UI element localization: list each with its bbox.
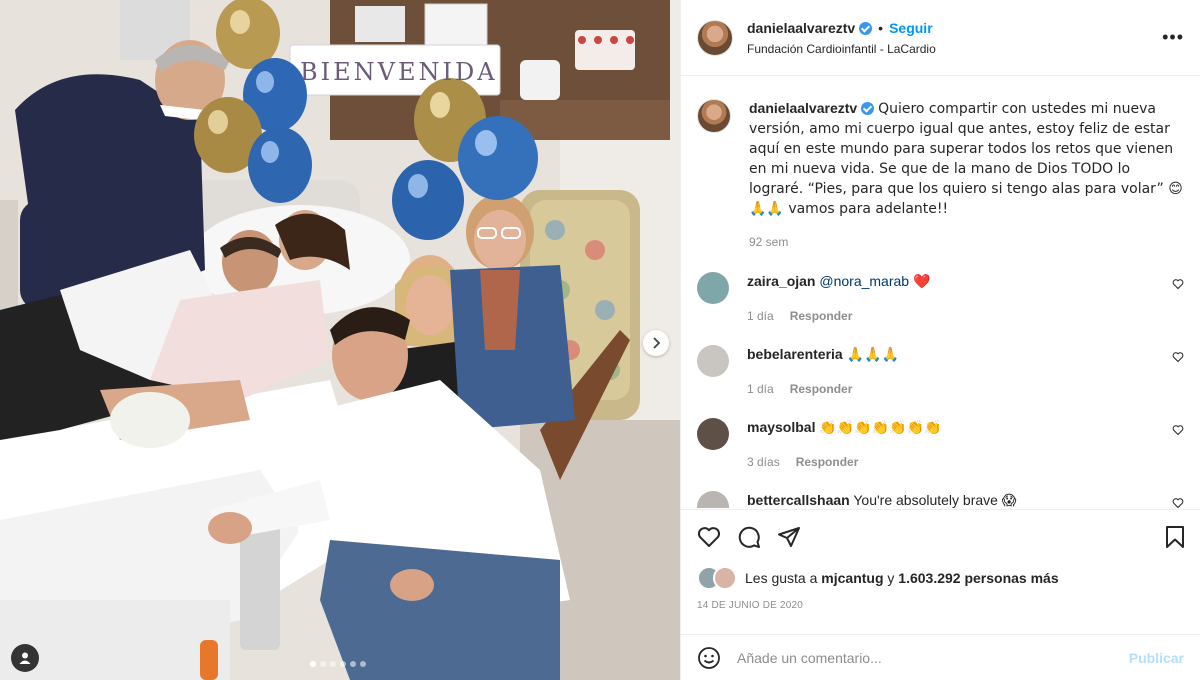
comment-emoji: ❤️ — [912, 274, 931, 290]
caption-text: Quiero compartir con ustedes mi nueva ve… — [749, 101, 1183, 217]
likes-text: Les gusta a mjcantug y 1.603.292 persona… — [745, 570, 1059, 586]
smiley-icon — [698, 646, 720, 669]
likes-connector: y — [887, 570, 895, 586]
comment-like-heart-icon[interactable] — [1172, 278, 1184, 290]
comment-like-heart-icon[interactable] — [1172, 497, 1184, 508]
share-button[interactable] — [777, 525, 801, 549]
comments-list[interactable]: danielaalvareztv Quiero compartir con us… — [681, 77, 1200, 508]
post-caption: danielaalvareztv Quiero compartir con us… — [697, 77, 1184, 252]
caption-time[interactable]: 92 sem — [749, 233, 1184, 252]
tagged-users-button[interactable] — [11, 644, 39, 672]
comment-emoji: 👏👏👏👏👏👏👏 — [819, 420, 942, 436]
comment-item: bettercallshaan You're absolutely brave … — [697, 491, 1184, 508]
post-actions-bar — [681, 509, 1200, 564]
like-button[interactable] — [697, 525, 721, 549]
comment-time[interactable]: 1 día — [747, 382, 774, 396]
post-header: danielaalvareztv • Seguir Fundación Cardio… — [681, 0, 1200, 76]
share-icon — [778, 527, 800, 547]
comment-body: zaira_ojan @nora_marab ❤️ 1 día Responder — [747, 272, 1167, 325]
post-location[interactable]: Fundación Cardioinfantil - LaCardio — [747, 42, 936, 56]
carousel-dot — [350, 661, 356, 667]
comment-item: maysolbal 👏👏👏👏👏👏👏 3 días Responder — [697, 418, 1184, 471]
save-button[interactable] — [1164, 525, 1186, 554]
comment-emoji: 😱 — [1001, 493, 1017, 508]
liker-avatar — [713, 566, 737, 590]
comment-meta: 3 días Responder — [747, 453, 1167, 471]
commenter-avatar[interactable] — [697, 491, 729, 508]
emoji-picker-button[interactable] — [697, 646, 721, 670]
comment-time[interactable]: 1 día — [747, 309, 774, 323]
separator-dot: • — [878, 19, 884, 36]
comment-text: You're absolutely brave — [853, 492, 998, 508]
commenter-avatar[interactable] — [697, 272, 729, 304]
more-options-button[interactable]: ••• — [1162, 28, 1184, 46]
carousel-dot — [310, 661, 316, 667]
comment-time[interactable]: 3 días — [747, 455, 780, 469]
comment-input[interactable]: Añade un comentario... — [737, 650, 1129, 666]
commenter-avatar[interactable] — [697, 418, 729, 450]
heart-icon — [697, 527, 721, 547]
comment-like-heart-icon[interactable] — [1172, 424, 1184, 436]
reply-button[interactable]: Responder — [790, 309, 853, 323]
user-tag-icon — [19, 652, 31, 664]
chevron-right-icon — [653, 337, 661, 349]
caption-body: danielaalvareztv Quiero compartir con us… — [749, 99, 1184, 252]
bookmark-icon — [1166, 526, 1184, 548]
comment-meta: 1 día Responder — [747, 380, 1167, 398]
reply-button[interactable]: Responder — [796, 455, 859, 469]
post-side-panel: danielaalvareztv • Seguir Fundación Cardio… — [680, 0, 1200, 680]
verified-badge-icon — [861, 102, 875, 115]
carousel-dot — [340, 661, 346, 667]
comment-like-heart-icon[interactable] — [1172, 351, 1184, 363]
reply-button[interactable]: Responder — [790, 382, 853, 396]
comment-body: bebelarenteria 🙏🙏🙏 1 día Responder — [747, 345, 1167, 398]
likes-count[interactable]: 1.603.292 personas más — [898, 570, 1058, 586]
comment-body: bettercallshaan You're absolutely brave … — [747, 491, 1167, 508]
verified-badge-icon — [859, 21, 873, 35]
comment-button[interactable] — [737, 525, 761, 549]
comment-emoji: 🙏🙏🙏 — [846, 347, 899, 363]
author-avatar[interactable] — [697, 19, 733, 56]
comment-username[interactable]: maysolbal — [747, 419, 815, 435]
caption-username[interactable]: danielaalvareztv — [749, 100, 857, 116]
comment-username[interactable]: bebelarenteria — [747, 346, 843, 362]
comment-item: bebelarenteria 🙏🙏🙏 1 día Responder — [697, 345, 1184, 398]
post-date[interactable]: 14 DE JUNIO DE 2020 — [697, 600, 803, 611]
comment-username[interactable]: bettercallshaan — [747, 492, 850, 508]
next-slide-button[interactable] — [643, 330, 669, 356]
author-avatar[interactable] — [697, 99, 731, 133]
welcome-banner: BIENVENIDA — [300, 58, 498, 86]
post-photo[interactable]: BIENVENIDA — [0, 0, 680, 680]
carousel-dot — [320, 661, 326, 667]
comment-icon — [738, 526, 760, 548]
likes-first-user[interactable]: mjcantug — [821, 570, 883, 586]
instagram-post: BIENVENIDA danielaalvareztv • Seguir Fun… — [0, 0, 1200, 680]
carousel-dot — [330, 661, 336, 667]
comment-body: maysolbal 👏👏👏👏👏👏👏 3 días Responder — [747, 418, 1167, 471]
commenter-avatar[interactable] — [697, 345, 729, 377]
hospital-room-photo — [0, 0, 680, 680]
author-info: danielaalvareztv • Seguir Fundación Cardio… — [747, 20, 936, 56]
add-comment-bar: Añade un comentario... Publicar — [681, 634, 1200, 680]
carousel-indicators — [310, 661, 366, 667]
comment-mention[interactable]: @nora_marab — [819, 273, 909, 289]
comment-item: zaira_ojan @nora_marab ❤️ 1 día Responder — [697, 272, 1184, 325]
author-username[interactable]: danielaalvareztv — [747, 20, 855, 36]
comment-meta: 1 día Responder — [747, 307, 1167, 325]
publish-button[interactable]: Publicar — [1129, 650, 1184, 666]
likes-summary: Les gusta a mjcantug y 1.603.292 persona… — [697, 566, 1059, 590]
likes-prefix: Les gusta a — [745, 570, 818, 586]
follow-button[interactable]: Seguir — [889, 20, 933, 36]
carousel-dot — [360, 661, 366, 667]
comment-username[interactable]: zaira_ojan — [747, 273, 815, 289]
